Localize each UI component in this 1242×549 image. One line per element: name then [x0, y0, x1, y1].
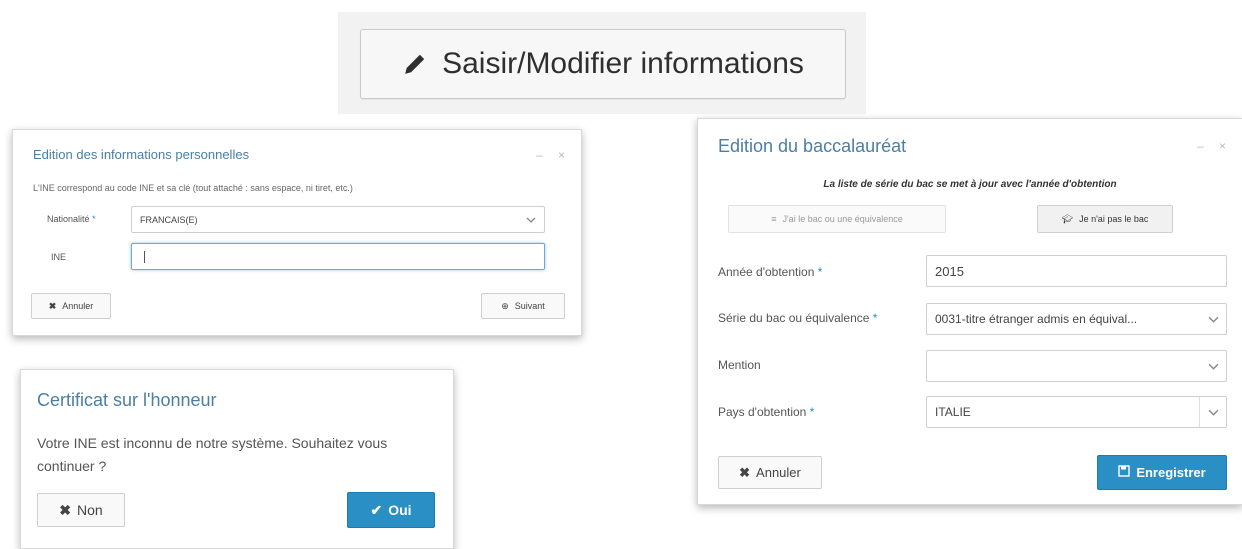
certificate-message: Votre INE est inconnu de notre système. …: [37, 435, 388, 474]
edit-information-button[interactable]: Saisir/Modifier informations: [360, 29, 846, 99]
ine-info-text: L'INE correspond au code INE et sa clé (…: [33, 183, 353, 193]
graduation-cap-icon: 🎓︎: [1061, 213, 1074, 224]
series-value: 0031-titre étranger admis en équival...: [935, 312, 1138, 326]
bac-cancel-button[interactable]: ✖ Annuler: [718, 456, 822, 489]
nationality-value: FRANCAIS(E): [140, 214, 198, 225]
bac-cancel-label: Annuler: [756, 465, 801, 480]
has-bac-label: J'ai le bac ou une équivalence: [782, 214, 903, 224]
next-circle-icon: ⊕: [501, 300, 509, 311]
save-label: Enregistrer: [1136, 465, 1206, 480]
close-icon: ✖: [48, 300, 57, 311]
country-value: ITALIE: [935, 405, 971, 419]
series-label: Série du bac ou équivalence *: [718, 311, 878, 325]
pencil-icon: [405, 54, 425, 74]
bac-subtitle: La liste de série du bac se met à jour a…: [823, 179, 1117, 190]
year-input[interactable]: 2015: [926, 255, 1227, 287]
next-label: Suivant: [514, 301, 545, 311]
no-button[interactable]: ✖ Non: [37, 493, 125, 527]
baccalaureat-dialog: Edition du baccalauréat – × La liste de …: [697, 118, 1242, 505]
no-bac-button[interactable]: 🎓︎ Je n'ai pas le bac: [1037, 205, 1173, 233]
personal-info-title: Edition des informations personnelles: [33, 147, 250, 162]
personal-info-window-controls[interactable]: – ×: [536, 148, 571, 162]
mention-label: Mention: [718, 358, 761, 372]
chevron-down-icon: [518, 217, 544, 223]
edit-information-label: Saisir/Modifier informations: [442, 47, 804, 80]
check-icon: ✔: [370, 501, 383, 518]
yes-button[interactable]: ✔ Oui: [347, 492, 435, 528]
certificate-dialog: Certificat sur l'honneur Votre INE est i…: [20, 369, 454, 549]
no-bac-label: Je n'ai pas le bac: [1079, 214, 1149, 224]
country-select[interactable]: ITALIE: [926, 396, 1227, 428]
personal-cancel-label: Annuler: [62, 301, 94, 311]
personal-info-dialog: Edition des informations personnelles – …: [12, 129, 582, 336]
nationality-select[interactable]: FRANCAIS(E): [131, 206, 545, 233]
ine-input[interactable]: [131, 243, 545, 270]
certificate-title: Certificat sur l'honneur: [37, 390, 217, 410]
nationality-label: Nationalité *: [47, 214, 96, 224]
ine-label: INE: [51, 252, 67, 262]
mention-select[interactable]: [926, 350, 1227, 382]
personal-cancel-button[interactable]: ✖ Annuler: [31, 293, 111, 319]
has-bac-button[interactable]: ≡ J'ai le bac ou une équivalence: [728, 205, 946, 233]
chevron-down-icon: [1199, 397, 1226, 427]
no-label: Non: [77, 502, 103, 518]
bac-window-controls[interactable]: – ×: [1197, 139, 1232, 153]
series-select[interactable]: 0031-titre étranger admis en équival...: [926, 303, 1227, 335]
year-value: 2015: [935, 263, 964, 279]
list-icon: ≡: [771, 214, 777, 224]
country-label: Pays d'obtention *: [718, 405, 815, 419]
save-disk-icon: [1118, 465, 1131, 480]
chevron-down-icon: [1200, 363, 1226, 370]
close-icon: ✖: [739, 464, 751, 480]
yes-label: Oui: [388, 502, 412, 518]
year-label: Année d'obtention *: [718, 265, 823, 279]
text-cursor: [144, 250, 145, 263]
chevron-down-icon: [1200, 316, 1226, 323]
bac-title: Edition du baccalauréat: [718, 136, 907, 156]
close-icon: ✖: [59, 501, 72, 518]
top-button-area: Saisir/Modifier informations: [338, 12, 866, 114]
save-button[interactable]: Enregistrer: [1097, 455, 1227, 490]
next-button[interactable]: ⊕ Suivant: [481, 293, 565, 319]
